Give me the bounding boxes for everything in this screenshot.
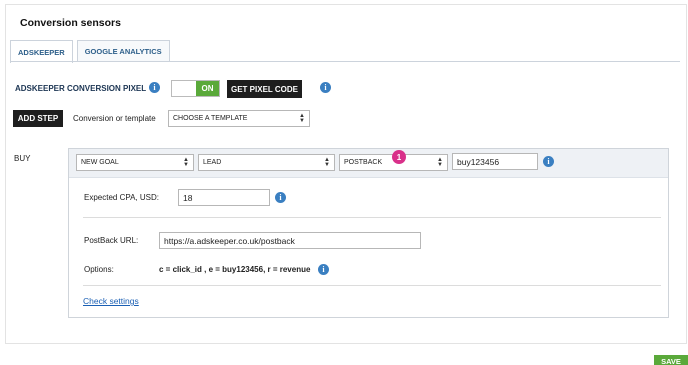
template-select[interactable]: CHOOSE A TEMPLATE ▲ ▼ (168, 110, 310, 127)
divider (83, 217, 661, 218)
type-select[interactable]: LEAD ▲ ▼ (198, 154, 335, 171)
cpa-input[interactable]: 18 (178, 189, 270, 206)
step-number-badge: 1 (392, 150, 406, 164)
save-button[interactable]: SAVE (654, 355, 688, 365)
goal-select[interactable]: NEW GOAL ▲ ▼ (76, 154, 194, 171)
toggle-off-area (172, 81, 196, 96)
info-icon[interactable]: i (275, 192, 286, 203)
method-select-value: POSTBACK (344, 159, 383, 166)
template-label: Conversion or template (73, 114, 156, 123)
divider (83, 285, 661, 286)
select-arrows-icon: ▲ ▼ (299, 113, 305, 124)
panel-title: Conversion sensors (20, 17, 121, 29)
info-icon[interactable]: i (320, 82, 331, 93)
goal-select-value: NEW GOAL (81, 159, 119, 166)
info-icon[interactable]: i (543, 156, 554, 167)
cpa-label: Expected CPA, USD: (84, 193, 159, 202)
add-step-button[interactable]: ADD STEP (13, 110, 63, 127)
options-value: c = click_id , e = buy123456, r = revenu… (159, 265, 311, 274)
postback-label: PostBack URL: (84, 236, 139, 245)
template-select-value: CHOOSE A TEMPLATE (173, 115, 248, 122)
info-icon[interactable]: i (149, 82, 160, 93)
tabs-divider (10, 61, 680, 62)
select-arrows-icon: ▲ ▼ (437, 157, 443, 168)
tab-adskeeper[interactable]: ADSKEEPER (10, 40, 73, 63)
select-arrows-icon: ▲ ▼ (183, 157, 189, 168)
select-arrows-icon: ▲ ▼ (324, 157, 330, 168)
info-icon[interactable]: i (318, 264, 329, 275)
check-settings-link[interactable]: Check settings (83, 296, 139, 306)
goal-row-label: BUY (14, 154, 31, 163)
goal-name-input[interactable]: buy123456 (452, 153, 538, 170)
pixel-toggle[interactable]: ON (171, 80, 220, 97)
tab-google-analytics[interactable]: GOOGLE ANALYTICS (76, 40, 170, 62)
conversion-pixel-label: ADSKEEPER CONVERSION PIXEL (15, 84, 147, 93)
toggle-on-label: ON (196, 81, 219, 96)
tab-bar: ADSKEEPER GOOGLE ANALYTICS (10, 40, 174, 63)
get-pixel-code-button[interactable]: GET PIXEL CODE (227, 80, 302, 98)
type-select-value: LEAD (203, 159, 222, 166)
postback-url-input[interactable]: https://a.adskeeper.co.uk/postback (159, 232, 421, 249)
options-label: Options: (84, 265, 114, 274)
